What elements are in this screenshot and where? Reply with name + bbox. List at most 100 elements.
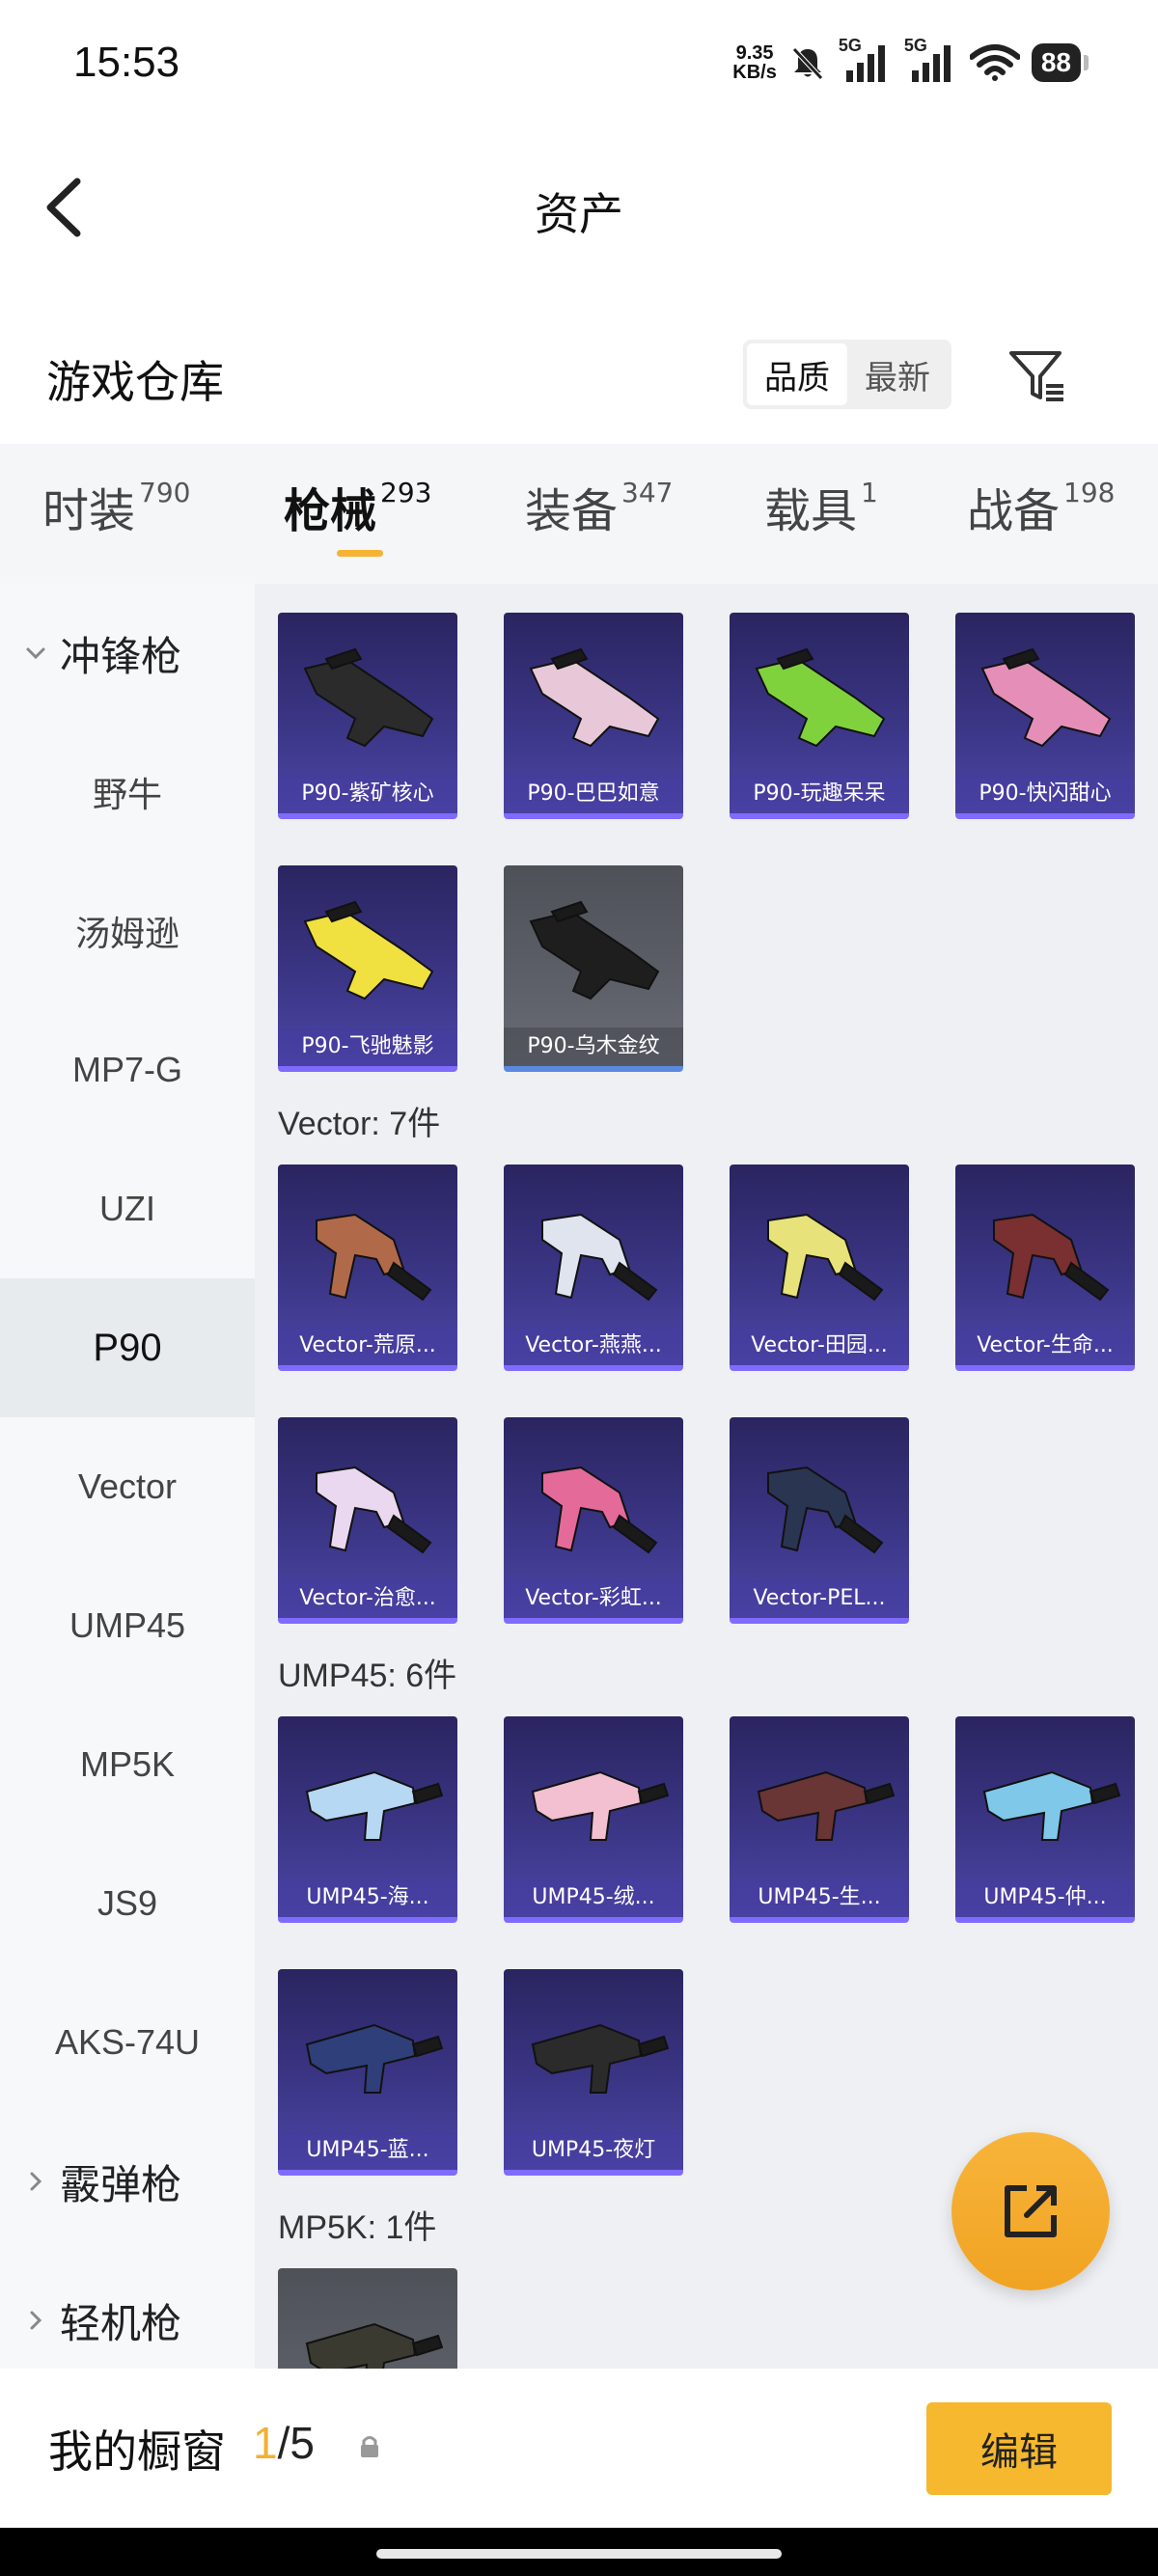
- sidebar-group-label: 霰弹枪: [60, 2161, 182, 2207]
- status-bar: 15:53 9.35 KB/s 5G 5G 88: [0, 0, 1158, 130]
- showcase-bar: 我的橱窗 1/5 编辑: [0, 2369, 1158, 2528]
- showcase-label: 我的橱窗: [48, 2425, 226, 2478]
- sidebar-item-aks74u[interactable]: AKS-74U: [0, 1973, 255, 2112]
- tab-label: 枪械: [284, 484, 377, 538]
- gun-silhouette-part: [612, 1514, 658, 1554]
- filter-icon: [1009, 351, 1063, 401]
- gun-silhouette-part: [993, 1213, 1083, 1300]
- chevron-down-icon: [19, 637, 52, 670]
- skin-card[interactable]: Vector-荒原...: [278, 1165, 457, 1371]
- showcase-current: 1: [253, 2418, 278, 2468]
- signal-bars-icon: [845, 45, 885, 82]
- sort-toggle: 品质 最新: [743, 340, 951, 409]
- sort-newest-button[interactable]: 最新: [847, 343, 948, 405]
- skin-card[interactable]: P90-快闪甜心: [955, 613, 1135, 819]
- gun-image: [529, 647, 660, 748]
- signal-sim1: 5G: [839, 36, 893, 84]
- gun-silhouette-part: [767, 1213, 857, 1300]
- wifi-icon: [969, 44, 1020, 81]
- gun-silhouette-part: [637, 1782, 670, 1805]
- tab-label: 装备: [525, 484, 619, 538]
- gun-image: [767, 1213, 884, 1302]
- sidebar-item-ump45[interactable]: UMP45: [0, 1556, 255, 1695]
- gun-image: [303, 900, 434, 1000]
- skin-card[interactable]: Vector-燕燕...: [504, 1165, 683, 1371]
- skin-card[interactable]: P90-玩趣呆呆: [730, 613, 909, 819]
- tab-fashion[interactable]: 时装 790: [42, 473, 190, 569]
- gun-silhouette-part: [863, 1782, 896, 1805]
- gun-silhouette-part: [541, 1466, 631, 1552]
- tab-count: 1: [861, 477, 878, 508]
- gun-silhouette-part: [316, 1466, 405, 1552]
- skin-name: P90-飞驰魅影: [278, 1028, 457, 1066]
- skin-card[interactable]: UMP45-绒...: [504, 1716, 683, 1923]
- skin-card[interactable]: Vector-PEL...: [730, 1417, 909, 1624]
- gun-silhouette-part: [982, 1770, 1094, 1841]
- sort-quality-button[interactable]: 品质: [747, 343, 847, 405]
- gun-silhouette-part: [767, 1466, 857, 1552]
- gesture-navigation-bar: [0, 2528, 1158, 2576]
- gun-silhouette-part: [637, 2035, 670, 2058]
- skin-card[interactable]: UMP45-蓝...: [278, 1969, 457, 2176]
- home-indicator[interactable]: [376, 2549, 782, 2559]
- gun-silhouette-part: [838, 1261, 884, 1302]
- gun-image: [305, 2322, 444, 2369]
- tab-label: 战备: [967, 484, 1061, 538]
- gun-image: [529, 900, 660, 1000]
- sidebar-item-mp5k[interactable]: MP5K: [0, 1695, 255, 1834]
- gun-silhouette-part: [411, 2334, 444, 2357]
- gun-silhouette-part: [303, 910, 434, 1000]
- gun-image: [541, 1213, 658, 1302]
- edit-button[interactable]: 编辑: [926, 2402, 1112, 2495]
- showcase-count: 1/5: [253, 2417, 315, 2469]
- gun-image: [757, 1770, 896, 1841]
- share-fab-button[interactable]: [951, 2132, 1110, 2290]
- sidebar-item-vector[interactable]: Vector: [0, 1417, 255, 1556]
- skin-name: UMP45-海...: [278, 1878, 457, 1917]
- gun-silhouette-part: [305, 2023, 417, 2094]
- status-time: 15:53: [73, 39, 180, 86]
- skin-card[interactable]: P90-飞驰魅影: [278, 865, 457, 1072]
- external-link-icon: [1005, 2185, 1057, 2237]
- skin-card[interactable]: Vector-生命...: [955, 1165, 1135, 1371]
- gun-silhouette-part: [411, 2035, 444, 2058]
- category-tabs: 时装 790 枪械 293 装备 347 载具 1 战备 198: [0, 444, 1158, 584]
- skin-name: UMP45-绒...: [504, 1878, 683, 1917]
- section-title-ump45: UMP45: 6件: [278, 1658, 457, 1694]
- skin-name: UMP45-夜灯: [504, 2131, 683, 2170]
- gun-image: [755, 647, 886, 748]
- skin-card[interactable]: UMP45-生...: [730, 1716, 909, 1923]
- sidebar-item-js9[interactable]: JS9: [0, 1834, 255, 1973]
- showcase-total: /5: [277, 2418, 315, 2468]
- gun-image: [993, 1213, 1110, 1302]
- skin-card[interactable]: UMP45-夜灯: [504, 1969, 683, 2176]
- skin-card[interactable]: P90-巴巴如意: [504, 613, 683, 819]
- skin-card[interactable]: UMP45-仲...: [955, 1716, 1135, 1923]
- warehouse-header: 游戏仓库 品质 最新: [0, 328, 1158, 425]
- sidebar-item-uzi[interactable]: UZI: [0, 1139, 255, 1278]
- filter-button[interactable]: [1004, 342, 1071, 409]
- gun-silhouette-part: [386, 1514, 432, 1554]
- sidebar-group-smg[interactable]: 冲锋枪: [0, 584, 255, 723]
- lock-icon: [361, 2436, 378, 2457]
- skin-card[interactable]: [278, 2268, 457, 2369]
- skin-card[interactable]: Vector-治愈...: [278, 1417, 457, 1624]
- sidebar-item-p90[interactable]: P90: [0, 1278, 255, 1417]
- tab-vehicles[interactable]: 载具 1: [764, 473, 878, 569]
- sidebar-group-shotgun[interactable]: 霰弹枪: [0, 2112, 255, 2251]
- sidebar-item-mp7g[interactable]: MP7-G: [0, 1000, 255, 1139]
- gun-silhouette-part: [755, 657, 886, 748]
- skin-card[interactable]: P90-紫矿核心: [278, 613, 457, 819]
- gun-silhouette-part: [1063, 1261, 1110, 1302]
- skin-card[interactable]: UMP45-海...: [278, 1716, 457, 1923]
- sidebar-item-thompson[interactable]: 汤姆逊: [0, 862, 255, 1000]
- gun-silhouette-part: [305, 2322, 417, 2369]
- page-title: 资产: [535, 188, 623, 240]
- tab-equipment[interactable]: 装备 347: [525, 473, 673, 569]
- sidebar-item-bizon[interactable]: 野牛: [0, 723, 255, 862]
- tab-combat-gear[interactable]: 战备 198: [967, 473, 1115, 569]
- skin-card[interactable]: P90-乌木金纹: [504, 865, 683, 1072]
- gun-silhouette-part: [838, 1514, 884, 1554]
- skin-card[interactable]: Vector-田园...: [730, 1165, 909, 1371]
- skin-card[interactable]: Vector-彩虹...: [504, 1417, 683, 1624]
